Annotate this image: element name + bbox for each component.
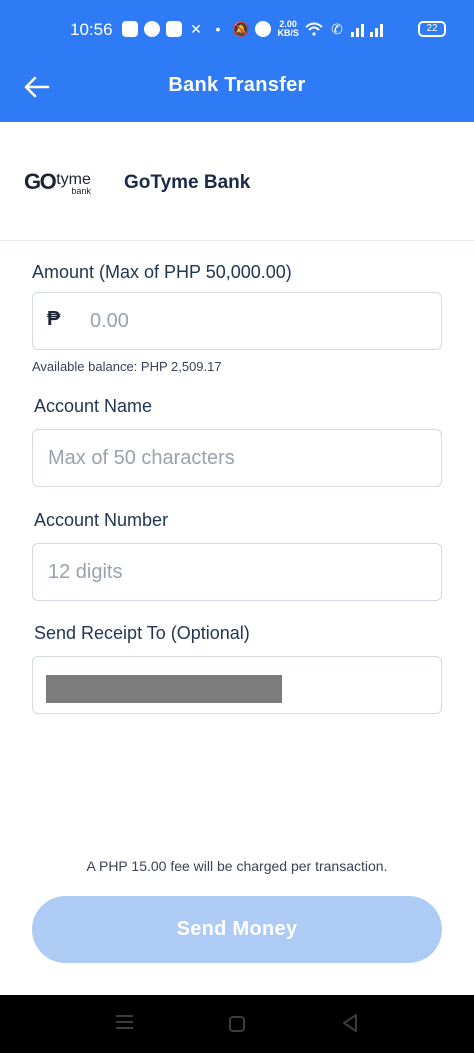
available-balance: Available balance: PHP 2,509.17: [32, 359, 222, 374]
recent-apps-icon[interactable]: [116, 1015, 133, 1029]
shopping-bag-icon: [122, 18, 138, 40]
bank-name: GoTyme Bank: [124, 172, 251, 193]
page-title: Bank Transfer: [168, 74, 306, 96]
account-number-label: Account Number: [34, 510, 169, 530]
amount-field[interactable]: ₱: [32, 292, 442, 350]
gotyme-logo: GO tyme bank: [24, 169, 91, 197]
back-triangle-icon[interactable]: [341, 1013, 359, 1033]
account-name-label: Account Name: [34, 396, 153, 416]
security-shield-icon: [255, 18, 272, 40]
fee-note: A PHP 15.00 fee will be charged per tran…: [86, 858, 388, 874]
battery-icon: 22: [418, 21, 446, 37]
app-header: 10:56 ✕ • 🔕 2.00 KB/S ✆ 22 Bank Transfer: [0, 0, 474, 122]
signal-1-icon: [350, 21, 364, 37]
x-icon: ✕: [190, 20, 202, 37]
amount-label: Amount (Max of PHP 50,000.00): [32, 262, 292, 282]
status-time: 10:56: [70, 20, 113, 39]
mute-icon: 🔕: [232, 20, 250, 37]
receipt-email-field[interactable]: [32, 656, 442, 714]
system-nav-bar: [0, 995, 474, 1053]
gc-app-icon: [144, 18, 160, 40]
account-number-field[interactable]: [32, 543, 442, 601]
send-money-button[interactable]: Send Money: [32, 896, 442, 963]
status-bar: 10:56 ✕ • 🔕 2.00 KB/S ✆ 22: [0, 0, 474, 60]
amount-input[interactable]: [90, 293, 420, 349]
receipt-label: Send Receipt To (Optional): [34, 623, 250, 643]
peso-icon: ₱: [47, 308, 61, 330]
wifi-icon: [305, 18, 323, 40]
wifi-calling-icon: ✆: [331, 20, 343, 37]
signal-2-icon: [369, 21, 383, 37]
chat-icon: [166, 18, 182, 40]
network-speed: 2.00 KB/S: [277, 19, 299, 38]
redacted-value: [46, 675, 282, 703]
account-number-input[interactable]: [48, 544, 428, 600]
account-name-input[interactable]: [48, 430, 428, 486]
home-icon[interactable]: [229, 1016, 245, 1032]
status-icons: ✕ • 🔕 2.00 KB/S ✆: [122, 18, 383, 40]
account-name-field[interactable]: [32, 429, 442, 487]
dot-icon: •: [215, 21, 221, 37]
